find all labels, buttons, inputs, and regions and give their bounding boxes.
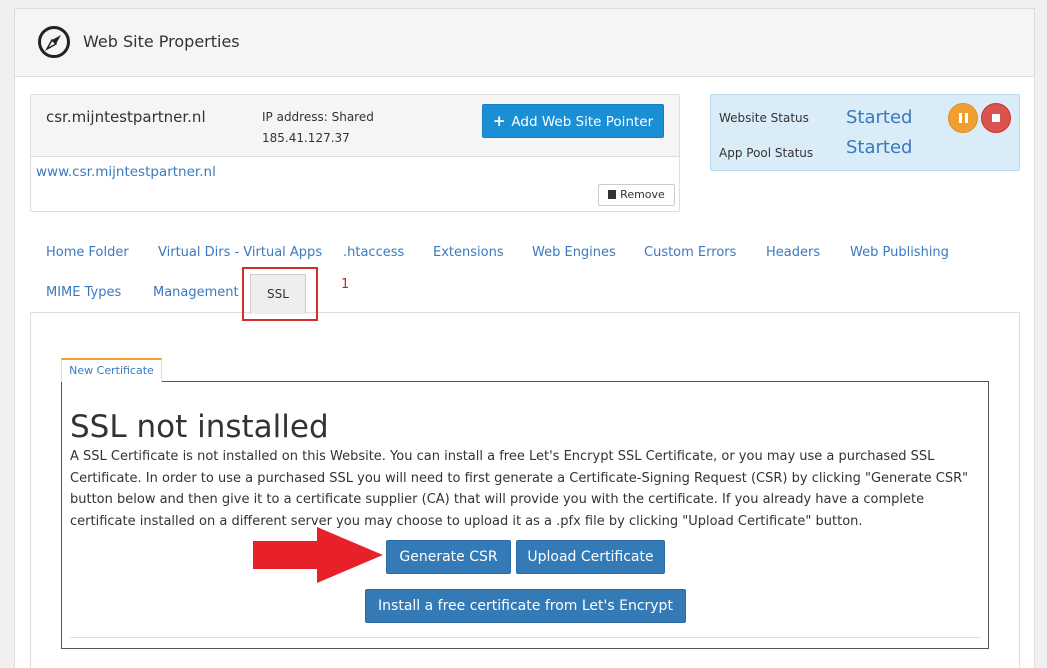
tab-extensions[interactable]: Extensions — [433, 245, 504, 260]
tab-new-certificate[interactable]: New Certificate — [61, 358, 162, 382]
site-name: csr.mijntestpartner.nl — [46, 108, 206, 126]
upload-certificate-button[interactable]: Upload Certificate — [516, 540, 665, 574]
ip-address-value: 185.41.127.37 — [262, 131, 350, 145]
site-binding-header: csr.mijntestpartner.nl IP address: Share… — [31, 95, 679, 157]
annotation-arrow-icon — [253, 527, 383, 583]
stop-icon — [992, 114, 1000, 122]
install-lets-encrypt-button[interactable]: Install a free certificate from Let's En… — [365, 589, 686, 623]
tab-management[interactable]: Management — [153, 285, 239, 300]
compass-icon — [38, 26, 70, 58]
site-binding-box: csr.mijntestpartner.nl IP address: Share… — [30, 94, 680, 212]
ip-address: IP address: Shared 185.41.127.37 — [262, 107, 374, 149]
tab-web-publishing[interactable]: Web Publishing — [850, 245, 949, 260]
website-status-value: Started — [846, 107, 913, 128]
add-web-site-pointer-button[interactable]: + Add Web Site Pointer — [482, 104, 664, 138]
pause-button[interactable] — [948, 103, 978, 133]
annotation-number: 1 — [341, 277, 350, 292]
tab-mime-types[interactable]: MIME Types — [46, 285, 121, 300]
website-status-label: Website Status — [719, 111, 809, 125]
pause-icon — [959, 113, 962, 123]
tab-home-folder[interactable]: Home Folder — [46, 245, 129, 260]
ssl-heading: SSL not installed — [70, 409, 329, 445]
tab-web-engines[interactable]: Web Engines — [532, 245, 616, 260]
app-pool-status-value: Started — [846, 137, 913, 158]
trash-icon — [608, 190, 617, 199]
app-pool-status-label: App Pool Status — [719, 146, 814, 160]
panel-title: Web Site Properties — [83, 32, 240, 51]
tab-virtual-dirs[interactable]: Virtual Dirs - Virtual Apps — [158, 245, 322, 260]
panel-header: Web Site Properties — [15, 9, 1034, 77]
tab-htaccess[interactable]: .htaccess — [343, 245, 404, 260]
remove-pointer-button[interactable]: Remove — [598, 184, 675, 206]
stop-button[interactable] — [981, 103, 1011, 133]
ssl-description: A SSL Certificate is not installed on th… — [70, 449, 969, 529]
status-box: Website Status Started App Pool Status S… — [710, 94, 1020, 171]
add-web-site-pointer-label: Add Web Site Pointer — [511, 114, 654, 130]
divider — [70, 637, 980, 638]
tab-headers[interactable]: Headers — [766, 245, 820, 260]
annotation-highlight-box — [242, 267, 318, 321]
ip-address-label: IP address: Shared — [262, 110, 374, 124]
plus-icon: + — [492, 112, 506, 130]
remove-label: Remove — [620, 188, 665, 201]
generate-csr-button[interactable]: Generate CSR — [386, 540, 511, 574]
pointer-url-link[interactable]: www.csr.mijntestpartner.nl — [36, 164, 216, 180]
tab-custom-errors[interactable]: Custom Errors — [644, 245, 736, 260]
